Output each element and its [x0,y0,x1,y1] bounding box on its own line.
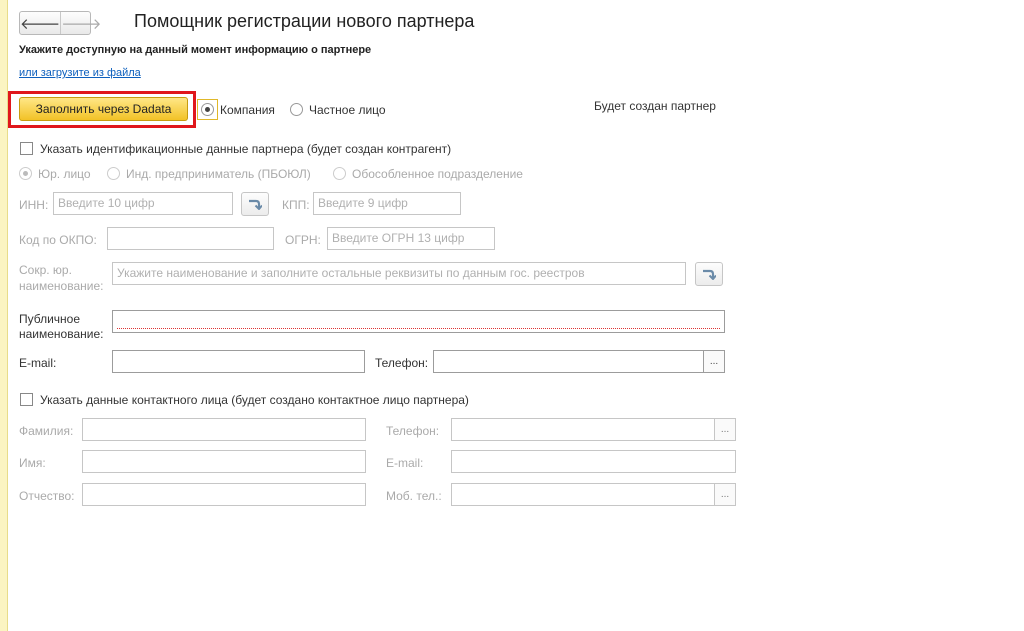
required-underline [117,328,720,329]
radio-legal-entity[interactable] [19,167,32,180]
mobile-label: Моб. тел.: [386,489,442,503]
contact-phone-select-button[interactable]: ... [714,419,735,440]
public-name-label-line1: Публичное [19,312,81,326]
lastname-field[interactable] [82,418,366,441]
mobile-field[interactable]: ... [451,483,736,506]
mobile-select-button[interactable]: ... [714,484,735,505]
short-name-field[interactable]: Укажите наименование и заполните остальн… [112,262,686,285]
nav-buttons: 🡐 🡒 [19,11,101,35]
inn-label: ИНН: [19,198,49,212]
fill-dadata-button[interactable]: Заполнить через Dadata [19,97,188,121]
contact-email-label: E-mail: [386,456,424,470]
radio-individual-entrepreneur[interactable] [107,167,120,180]
contact-phone-field[interactable]: ... [451,418,736,441]
ident-checkbox-label: Указать идентификационные данные партнер… [40,142,452,156]
short-name-label-line1: Сокр. юр. [19,263,72,277]
kpp-field[interactable]: Введите 9 цифр [313,192,461,215]
okpo-label: Код по ОКПО: [19,233,97,247]
inn-placeholder: Введите 10 цифр [58,196,155,210]
public-name-field[interactable] [112,310,725,333]
short-name-label-line2: наименование: [19,279,104,293]
public-name-label-line2: наименование: [19,327,104,341]
ogrn-label: ОГРН: [285,233,321,247]
inn-field[interactable]: Введите 10 цифр [53,192,233,215]
middlename-field[interactable] [82,483,366,506]
firstname-field[interactable] [82,450,366,473]
radio-company[interactable] [201,103,214,116]
phone-select-button[interactable]: ... [703,351,724,372]
radio-company-label: Компания [220,103,275,117]
load-from-file-link[interactable]: или загрузите из файла [19,67,141,79]
radio-private-person-label: Частное лицо [309,103,386,117]
radio-separate-division-label: Обособленное подразделение [352,167,523,181]
email-field[interactable] [112,350,365,373]
status-text: Будет создан партнер [594,99,716,113]
arrow-turn-icon [249,199,262,210]
kpp-label: КПП: [282,198,310,212]
ident-checkbox[interactable] [20,142,33,155]
left-panel-strip [0,0,8,631]
inn-lookup-button[interactable] [241,192,269,216]
ogrn-field[interactable]: Введите ОГРН 13 цифр [327,227,495,250]
short-name-placeholder: Укажите наименование и заполните остальн… [117,266,585,280]
contact-checkbox[interactable] [20,393,33,406]
radio-individual-entrepreneur-label: Инд. предприниматель (ПБОЮЛ) [126,167,311,181]
firstname-label: Имя: [19,456,46,470]
forward-arrow-icon[interactable]: 🡒 [60,12,101,34]
phone-label: Телефон: [375,356,429,370]
short-name-lookup-button[interactable] [695,262,723,286]
contact-checkbox-label: Указать данные контактного лица (будет с… [40,393,469,407]
arrow-turn-icon [703,269,716,280]
back-arrow-icon[interactable]: 🡐 [20,12,60,34]
middlename-label: Отчество: [19,489,75,503]
email-label: E-mail: [19,356,57,370]
phone-field[interactable]: ... [433,350,725,373]
contact-phone-label: Телефон: [386,424,440,438]
ogrn-placeholder: Введите ОГРН 13 цифр [332,231,465,245]
lastname-label: Фамилия: [19,424,74,438]
page-title: Помощник регистрации нового партнера [134,11,475,31]
radio-private-person[interactable] [290,103,303,116]
contact-email-field[interactable] [451,450,736,473]
okpo-field[interactable] [107,227,274,250]
radio-separate-division[interactable] [333,167,346,180]
radio-legal-entity-label: Юр. лицо [38,167,91,181]
page-subtitle: Укажите доступную на данный момент инфор… [19,44,372,56]
kpp-placeholder: Введите 9 цифр [318,196,408,210]
